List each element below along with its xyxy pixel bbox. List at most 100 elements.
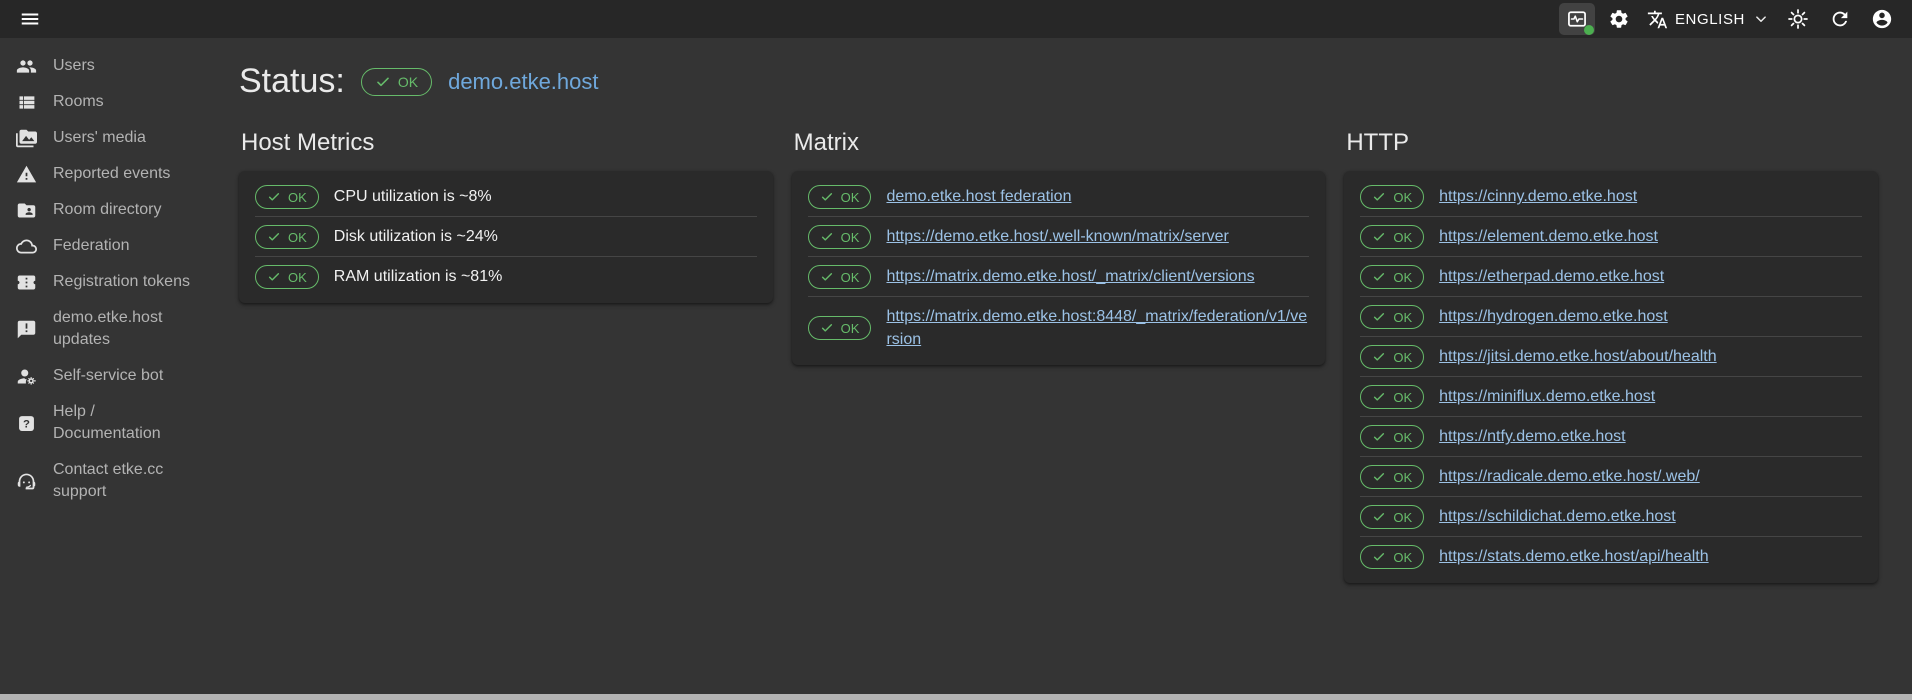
refresh-icon: [1829, 8, 1851, 30]
menu-button[interactable]: [12, 3, 48, 35]
metric-text: Disk utilization is ~24%: [334, 228, 498, 246]
ok-chip: OK: [1360, 505, 1424, 529]
language-label: ENGLISH: [1675, 11, 1745, 28]
account-button[interactable]: [1864, 3, 1900, 35]
sidebar-item-icon: [16, 128, 37, 149]
language-button[interactable]: ENGLISH: [1643, 3, 1774, 35]
check-row: OK https://ntfy.demo.etke.host: [1344, 417, 1878, 457]
host-metrics-card: OK CPU utilization is ~8% OK Disk utiliz…: [239, 171, 773, 303]
metric-row: OK CPU utilization is ~8%: [239, 177, 773, 217]
check-icon: [267, 190, 281, 204]
health-check-link[interactable]: https://matrix.demo.etke.host/_matrix/cl…: [886, 265, 1254, 288]
online-status-dot: [1584, 25, 1594, 35]
section-http: HTTP OK https://cinny.demo.etke.host: [1344, 129, 1878, 583]
menu-icon: [19, 8, 41, 30]
check-row: OK https://etherpad.demo.etke.host: [1344, 257, 1878, 297]
sidebar-item-label: Users: [53, 55, 95, 77]
check-icon: [820, 230, 834, 244]
sidebar-item[interactable]: Help / Documentation: [0, 394, 220, 452]
host-link[interactable]: demo.etke.host: [448, 69, 598, 95]
metric-text: CPU utilization is ~8%: [334, 188, 492, 206]
sidebar-item-icon: [16, 164, 37, 185]
sidebar-item[interactable]: Federation: [0, 228, 220, 264]
health-check-link[interactable]: https://jitsi.demo.etke.host/about/healt…: [1439, 345, 1717, 368]
check-row: OK https://miniflux.demo.etke.host: [1344, 377, 1878, 417]
ok-chip: OK: [1360, 425, 1424, 449]
check-icon: [1372, 550, 1386, 564]
ok-chip-label: OK: [1393, 511, 1412, 524]
check-row: OK https://jitsi.demo.etke.host/about/he…: [1344, 337, 1878, 377]
health-check-link[interactable]: https://ntfy.demo.etke.host: [1439, 425, 1625, 448]
check-icon: [267, 230, 281, 244]
sidebar-item-icon: [16, 200, 37, 221]
app-bar: ENGLISH: [0, 0, 1912, 38]
health-check-link[interactable]: https://schildichat.demo.etke.host: [1439, 505, 1676, 528]
health-check-link[interactable]: https://cinny.demo.etke.host: [1439, 185, 1637, 208]
metric-row: OK Disk utilization is ~24%: [239, 217, 773, 257]
sidebar-item[interactable]: Self-service bot: [0, 358, 220, 394]
health-check-link[interactable]: https://demo.etke.host/.well-known/matri…: [886, 225, 1228, 248]
health-check-link[interactable]: https://etherpad.demo.etke.host: [1439, 265, 1664, 288]
check-icon: [1372, 310, 1386, 324]
sidebar-item[interactable]: Users' media: [0, 120, 220, 156]
metric-row: OK RAM utilization is ~81%: [239, 257, 773, 297]
health-check-link[interactable]: https://element.demo.etke.host: [1439, 225, 1658, 248]
matrix-card: OK demo.etke.host federation OK https://…: [792, 171, 1326, 365]
gear-icon: [1608, 8, 1630, 30]
health-check-link[interactable]: https://radicale.demo.etke.host/.web/: [1439, 465, 1700, 488]
section-title-http: HTTP: [1346, 129, 1878, 157]
ok-chip-label: OK: [288, 231, 307, 244]
main-content: Status: OK demo.etke.host Host Metrics O…: [220, 38, 1912, 694]
ok-chip-label: OK: [1393, 471, 1412, 484]
sidebar-item-icon: [16, 92, 37, 113]
sidebar-item-label: Rooms: [53, 91, 104, 113]
check-row: OK https://demo.etke.host/.well-known/ma…: [792, 217, 1326, 257]
horizontal-scrollbar[interactable]: [0, 694, 1912, 700]
sidebar-item[interactable]: Contact etke.cc support: [0, 452, 220, 510]
sidebar-item[interactable]: Room directory: [0, 192, 220, 228]
health-check-link[interactable]: demo.etke.host federation: [886, 185, 1071, 208]
ok-chip: OK: [1360, 545, 1424, 569]
health-check-link[interactable]: https://matrix.demo.etke.host:8448/_matr…: [886, 305, 1309, 351]
section-title-matrix: Matrix: [794, 129, 1326, 157]
health-check-link[interactable]: https://stats.demo.etke.host/api/health: [1439, 545, 1709, 568]
sidebar-item[interactable]: Reported events: [0, 156, 220, 192]
sidebar-item-icon: [16, 319, 37, 340]
ok-chip-label: OK: [288, 191, 307, 204]
refresh-button[interactable]: [1822, 3, 1858, 35]
health-check-link[interactable]: https://hydrogen.demo.etke.host: [1439, 305, 1668, 328]
check-row: OK https://matrix.demo.etke.host/_matrix…: [792, 257, 1326, 297]
sidebar-item-label: Federation: [53, 235, 130, 257]
check-icon: [820, 321, 834, 335]
settings-button[interactable]: [1601, 3, 1637, 35]
ok-chip: OK: [1360, 385, 1424, 409]
theme-button[interactable]: [1780, 3, 1816, 35]
ok-chip: OK: [1360, 465, 1424, 489]
sidebar-item[interactable]: Registration tokens: [0, 264, 220, 300]
section-title-host-metrics: Host Metrics: [241, 129, 773, 157]
check-icon: [375, 74, 391, 90]
sidebar-item-label: Users' media: [53, 127, 146, 149]
sidebar-item-icon: [16, 366, 37, 387]
check-icon: [1372, 350, 1386, 364]
ok-chip-label: OK: [288, 271, 307, 284]
sidebar-item[interactable]: Users: [0, 48, 220, 84]
sidebar-item-label: Reported events: [53, 163, 170, 185]
chevron-down-icon: [1752, 10, 1770, 28]
app-bar-actions: ENGLISH: [1559, 3, 1900, 35]
check-icon: [820, 190, 834, 204]
sun-icon: [1787, 8, 1809, 30]
sidebar-item[interactable]: Rooms: [0, 84, 220, 120]
status-columns: Host Metrics OK CPU utilization is ~8%: [239, 129, 1878, 583]
sidebar-item[interactable]: demo.etke.host updates: [0, 300, 220, 358]
http-card: OK https://cinny.demo.etke.host OK https…: [1344, 171, 1878, 583]
ok-chip: OK: [1360, 345, 1424, 369]
ok-chip: OK: [1360, 305, 1424, 329]
sidebar-item-icon: [16, 272, 37, 293]
server-status-button[interactable]: [1559, 3, 1595, 35]
sidebar-item-label: Contact etke.cc support: [53, 459, 204, 503]
ok-chip-label: OK: [1393, 271, 1412, 284]
section-matrix: Matrix OK demo.etke.host federation: [792, 129, 1326, 365]
health-check-link[interactable]: https://miniflux.demo.etke.host: [1439, 385, 1655, 408]
ok-chip: OK: [1360, 225, 1424, 249]
